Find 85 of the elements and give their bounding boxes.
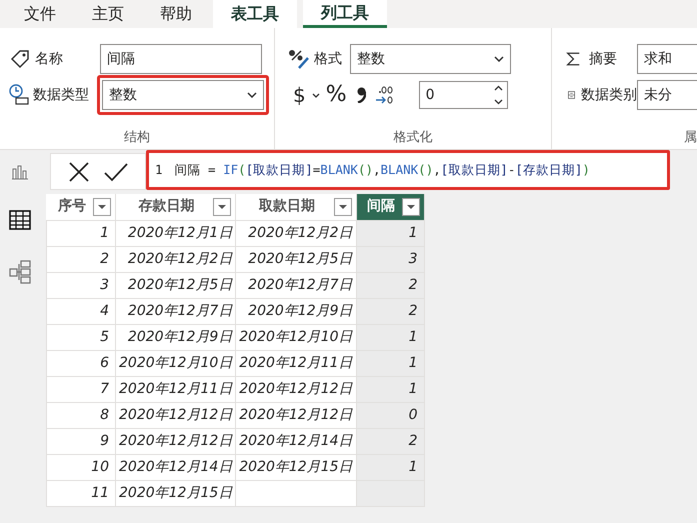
table-cell: 6 — [46, 350, 116, 376]
data-category-dropdown[interactable]: 未分 — [637, 80, 697, 110]
percent-button[interactable]: % — [326, 84, 347, 106]
table-cell: 11 — [46, 480, 116, 506]
table-cell: 2020年12月15日 — [236, 454, 356, 480]
bar-chart-icon[interactable] — [11, 164, 29, 180]
menu-tab[interactable]: 表工具 — [213, 0, 297, 28]
table-cell: 2020年12月12日 — [236, 402, 356, 428]
table-cell: 2020年12月11日 — [116, 376, 236, 402]
chevron-down-icon — [247, 92, 257, 98]
name-label: 名称 — [35, 50, 64, 68]
column-header[interactable]: 序号 — [46, 194, 116, 220]
table-cell: 1 — [356, 376, 424, 402]
table-cell: 2 — [46, 246, 116, 272]
comma-style-icon[interactable] — [356, 87, 366, 103]
table-cell: 2020年12月15日 — [116, 480, 236, 506]
table-cell: 3 — [356, 246, 424, 272]
summary-dropdown[interactable]: 求和 — [637, 44, 697, 74]
sigma-icon — [566, 50, 581, 68]
menu-tab[interactable]: 列工具 — [303, 0, 387, 28]
table-cell: 3 — [46, 272, 116, 298]
table-cell: 2020年12月10日 — [116, 350, 236, 376]
table-cell: 2 — [356, 298, 424, 324]
data-category-label: 数据类别 — [581, 86, 637, 104]
table-cell: 2020年12月9日 — [236, 298, 356, 324]
table-cell: 10 — [46, 454, 116, 480]
table-cell: 2 — [356, 428, 424, 454]
format-label: 格式 — [314, 50, 343, 68]
table-cell: 1 — [356, 454, 424, 480]
model-icon[interactable] — [9, 260, 31, 284]
table-cell: 1 — [356, 324, 424, 350]
table-cell: 2020年12月14日 — [116, 454, 236, 480]
group-label: 属 — [684, 128, 697, 146]
table-cell: 2020年12月7日 — [236, 272, 356, 298]
table-cell: 2020年12月2日 — [116, 246, 236, 272]
table-cell: 9 — [46, 428, 116, 454]
close-icon[interactable] — [68, 160, 90, 182]
table-cell: 1 — [356, 350, 424, 376]
currency-button[interactable]: $ — [293, 85, 306, 105]
table-cell: 2020年12月12日 — [236, 376, 356, 402]
table-cell: 2020年12月5日 — [236, 246, 356, 272]
table-cell: 7 — [46, 376, 116, 402]
menu-tab[interactable]: 帮助 — [142, 0, 210, 28]
decimal-arrow-icon[interactable] — [374, 85, 394, 105]
table-cell: 0 — [356, 402, 424, 428]
caret-icon[interactable] — [312, 92, 320, 98]
table-cell: 2020年12月10日 — [236, 324, 356, 350]
table-cell: 2 — [356, 272, 424, 298]
table-cell: 2020年12月2日 — [236, 220, 356, 246]
name-field[interactable]: 间隔 — [100, 44, 262, 74]
check-icon[interactable] — [104, 162, 128, 182]
up-down-arrows-icon[interactable] — [494, 85, 503, 105]
table-cell: 2020年12月9日 — [116, 324, 236, 350]
table-cell: 1 — [46, 220, 116, 246]
table-icon[interactable] — [9, 210, 31, 230]
table-cell: 2020年12月12日 — [116, 428, 236, 454]
table-cell: 2020年12月12日 — [116, 402, 236, 428]
decimal-places-spinner[interactable]: 0 — [418, 81, 508, 109]
group-label: 格式化 — [394, 128, 432, 146]
format-dropdown[interactable]: 整数 — [350, 44, 511, 74]
column-header[interactable]: 间隔 — [356, 194, 424, 220]
summary-label: 摘要 — [588, 50, 618, 68]
column-header[interactable]: 取款日期 — [236, 194, 356, 220]
formula-text: 间隔 = IF([取款日期]=BLANK(),BLANK(),[取款日期]-[存款日期]) — [174, 160, 590, 179]
table-cell: 2020年12月7日 — [116, 298, 236, 324]
column-header[interactable]: 存款日期 — [116, 194, 236, 220]
table-cell: 8 — [46, 402, 116, 428]
table-cell: 4 — [46, 298, 116, 324]
chevron-down-icon — [494, 56, 504, 62]
table-cell: 2020年12月14日 — [236, 428, 356, 454]
tag-icon — [10, 49, 30, 69]
data-type-dropdown[interactable]: 整数 — [102, 80, 264, 110]
group-label: 结构 — [124, 128, 150, 146]
data-type-label: 数据类型 — [33, 86, 90, 104]
formula-editor[interactable]: 1 间隔 = IF([取款日期]=BLANK(),BLANK(),[取款日期]-[存款日期]) — [146, 150, 670, 190]
clock-number-icon — [8, 83, 30, 107]
table-cell: 2020年12月5日 — [116, 272, 236, 298]
menu-tab[interactable]: 文件 — [6, 0, 74, 28]
table-cell: 1 — [356, 220, 424, 246]
table-cell: 2020年12月11日 — [236, 350, 356, 376]
line-number: 1 — [155, 160, 163, 179]
table-cell: 5 — [46, 324, 116, 350]
menu-tab[interactable]: 主页 — [74, 0, 142, 28]
table-cell: 2020年12月1日 — [116, 220, 236, 246]
currency-percent-icon — [287, 48, 311, 70]
